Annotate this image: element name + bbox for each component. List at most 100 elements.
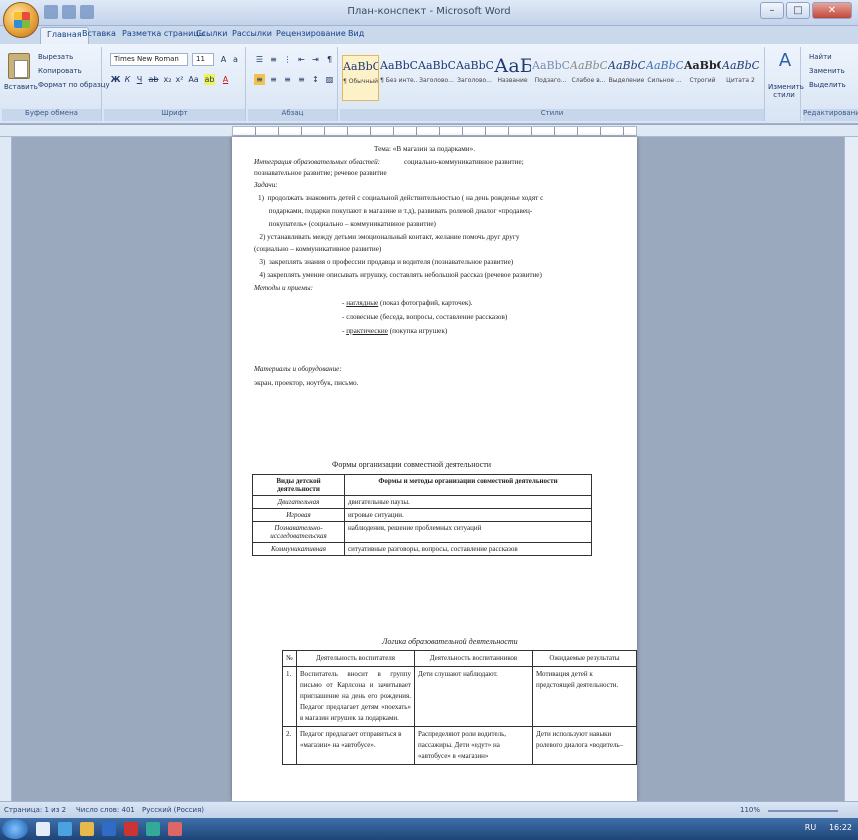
bold-icon[interactable]: Ж — [110, 74, 121, 85]
horizontal-ruler[interactable] — [0, 125, 858, 137]
styles-group-label: Стили — [340, 109, 764, 121]
grow-font-icon[interactable]: A — [218, 54, 229, 65]
page-count[interactable]: Страница: 1 из 2 — [4, 806, 66, 814]
select-button[interactable]: Выделить — [809, 81, 846, 89]
strikethrough-icon[interactable]: ab — [148, 74, 159, 85]
zoom-level: 110% — [740, 806, 761, 814]
line-spacing-icon[interactable]: ↕ — [310, 74, 321, 85]
doc-task-line: 2) устанавливать между детьми эмоциональ… — [254, 233, 520, 241]
start-button[interactable] — [2, 819, 28, 839]
paste-icon[interactable] — [8, 53, 30, 79]
language[interactable]: Русский (Россия) — [142, 806, 204, 814]
logic-table: № Деятельность воспитателя Деятельность … — [282, 650, 637, 765]
table-cell: Воспитатель вносит в группу письмо от Ка… — [296, 666, 415, 727]
doc-task-line: 3) закреплять знания о профессии продавц… — [254, 258, 514, 266]
change-styles-button[interactable]: Изменить стили — [768, 83, 804, 99]
doc-materials-label: Материалы и оборудование: — [254, 365, 342, 373]
maximize-button[interactable]: □ — [786, 2, 810, 19]
justify-icon[interactable]: ≡ — [296, 74, 307, 85]
copy-button[interactable]: Копировать — [38, 67, 82, 75]
table-row: 1. Воспитатель вносит в группу письмо от… — [282, 666, 637, 727]
underline-icon[interactable]: Ч — [134, 74, 145, 85]
subscript-icon[interactable]: x₂ — [162, 74, 173, 85]
show-marks-icon[interactable]: ¶ — [324, 54, 335, 65]
superscript-icon[interactable]: x² — [174, 74, 185, 85]
forms-table: Виды детской деятельности Формы и методы… — [252, 474, 592, 556]
style-strong[interactable]: AaBbCcDСтрогий — [684, 55, 721, 101]
find-button[interactable]: Найти — [809, 53, 832, 61]
paste-button[interactable]: Вставить — [4, 83, 38, 91]
style-no-spacing[interactable]: AaBbCcI¶ Без инте... — [380, 55, 417, 101]
app-icon[interactable] — [146, 822, 160, 836]
editing-group: Найти Заменить Выделить Редактирование — [803, 47, 858, 121]
document-page[interactable]: Тема: «В магазин за подарками». Интеграц… — [232, 137, 637, 801]
format-painter-button[interactable]: Формат по образцу — [38, 81, 110, 89]
folder-icon[interactable] — [80, 822, 94, 836]
style-title[interactable]: АаБ Название — [494, 55, 531, 101]
doc-integration-text: социально-коммуникативное развитие; — [404, 158, 524, 166]
increase-indent-icon[interactable]: ⇥ — [310, 54, 321, 65]
style-quote-2[interactable]: AaBbCcIЦитата 2 — [722, 55, 759, 101]
numbering-icon[interactable]: ≡ — [268, 54, 279, 65]
style-subtitle[interactable]: AaBbCc.Подзаго... — [532, 55, 569, 101]
tab-references[interactable]: Ссылки — [196, 29, 227, 38]
table-cell: Познавательно-исследовательская — [252, 521, 345, 543]
doc-integration-text-2: познавательное развитие; речевое развити… — [254, 169, 387, 177]
table-header-cell: Виды детской деятельности — [252, 474, 345, 496]
app-icon[interactable] — [168, 822, 182, 836]
word-count[interactable]: Число слов: 401 — [76, 806, 135, 814]
close-button[interactable]: ✕ — [812, 2, 852, 19]
table-cell: Распределяют роли водитель, пассажиры. Д… — [414, 726, 533, 765]
language-indicator[interactable]: RU — [805, 823, 816, 832]
explorer-icon[interactable] — [36, 822, 50, 836]
word-icon[interactable] — [102, 822, 116, 836]
tab-insert[interactable]: Вставка — [82, 29, 116, 38]
style-normal[interactable]: AaBbCcI¶ Обычный — [342, 55, 379, 101]
table-cell: 1. — [282, 666, 297, 727]
multilevel-list-icon[interactable]: ⋮ — [282, 54, 293, 65]
vertical-scrollbar[interactable] — [844, 137, 858, 801]
zoom-slider[interactable] — [768, 810, 838, 812]
style-emphasis[interactable]: AaBbCcDВыделение — [608, 55, 645, 101]
ie-icon[interactable] — [58, 822, 72, 836]
table1-title: Формы организации совместной деятельност… — [332, 460, 491, 469]
clock[interactable]: 16:22 — [829, 823, 852, 832]
office-button[interactable] — [3, 2, 39, 38]
tab-page-layout[interactable]: Разметка страницы — [122, 29, 205, 38]
font-color-icon[interactable]: A — [220, 74, 231, 85]
italic-icon[interactable]: К — [122, 74, 133, 85]
app-icon[interactable] — [124, 822, 138, 836]
replace-button[interactable]: Заменить — [809, 67, 845, 75]
table-cell: Дети слушают наблюдают. — [414, 666, 533, 727]
tab-mailings[interactable]: Рассылки — [232, 29, 272, 38]
vertical-ruler[interactable] — [0, 137, 12, 801]
style-intense-emphasis[interactable]: AaBbCcDСильное ... — [646, 55, 683, 101]
style-heading-1[interactable]: AaBbC Заголово... — [418, 55, 455, 101]
table-cell: 2. — [282, 726, 297, 765]
change-case-icon[interactable]: Aa — [188, 74, 199, 85]
align-left-icon[interactable]: ≡ — [254, 74, 265, 85]
doc-task-line: 4) закреплять умение описывать игрушку, … — [254, 271, 542, 279]
style-heading-2[interactable]: AaBbCcЗаголово... — [456, 55, 493, 101]
highlight-icon[interactable]: ab — [204, 74, 215, 85]
table-cell: Педагог предлагает отправиться в «магази… — [296, 726, 415, 765]
style-subtle-emphasis[interactable]: AaBbCcDСлабое в... — [570, 55, 607, 101]
tab-view[interactable]: Вид — [348, 29, 364, 38]
doc-task-line: 1) продолжать знакомить детей с социальн… — [258, 194, 544, 202]
table-cell: наблюдения, решение проблемных ситуаций — [344, 521, 592, 543]
shading-icon[interactable]: ▨ — [324, 74, 335, 85]
cut-button[interactable]: Вырезать — [38, 53, 73, 61]
tab-review[interactable]: Рецензирование — [276, 29, 346, 38]
align-right-icon[interactable]: ≡ — [282, 74, 293, 85]
change-styles-icon[interactable]: A — [777, 52, 793, 70]
font-name-combo[interactable]: Times New Roman — [110, 53, 188, 66]
align-center-icon[interactable]: ≡ — [268, 74, 279, 85]
bullets-icon[interactable]: ☰ — [254, 54, 265, 65]
doc-methods-label: Методы и приемы: — [254, 284, 314, 292]
minimize-button[interactable]: – — [760, 2, 784, 19]
font-size-combo[interactable]: 11 — [192, 53, 214, 66]
table-cell: Двигательная — [252, 495, 345, 509]
zoom-control[interactable]: 110% — [740, 805, 850, 816]
decrease-indent-icon[interactable]: ⇤ — [296, 54, 307, 65]
shrink-font-icon[interactable]: a — [230, 54, 241, 65]
